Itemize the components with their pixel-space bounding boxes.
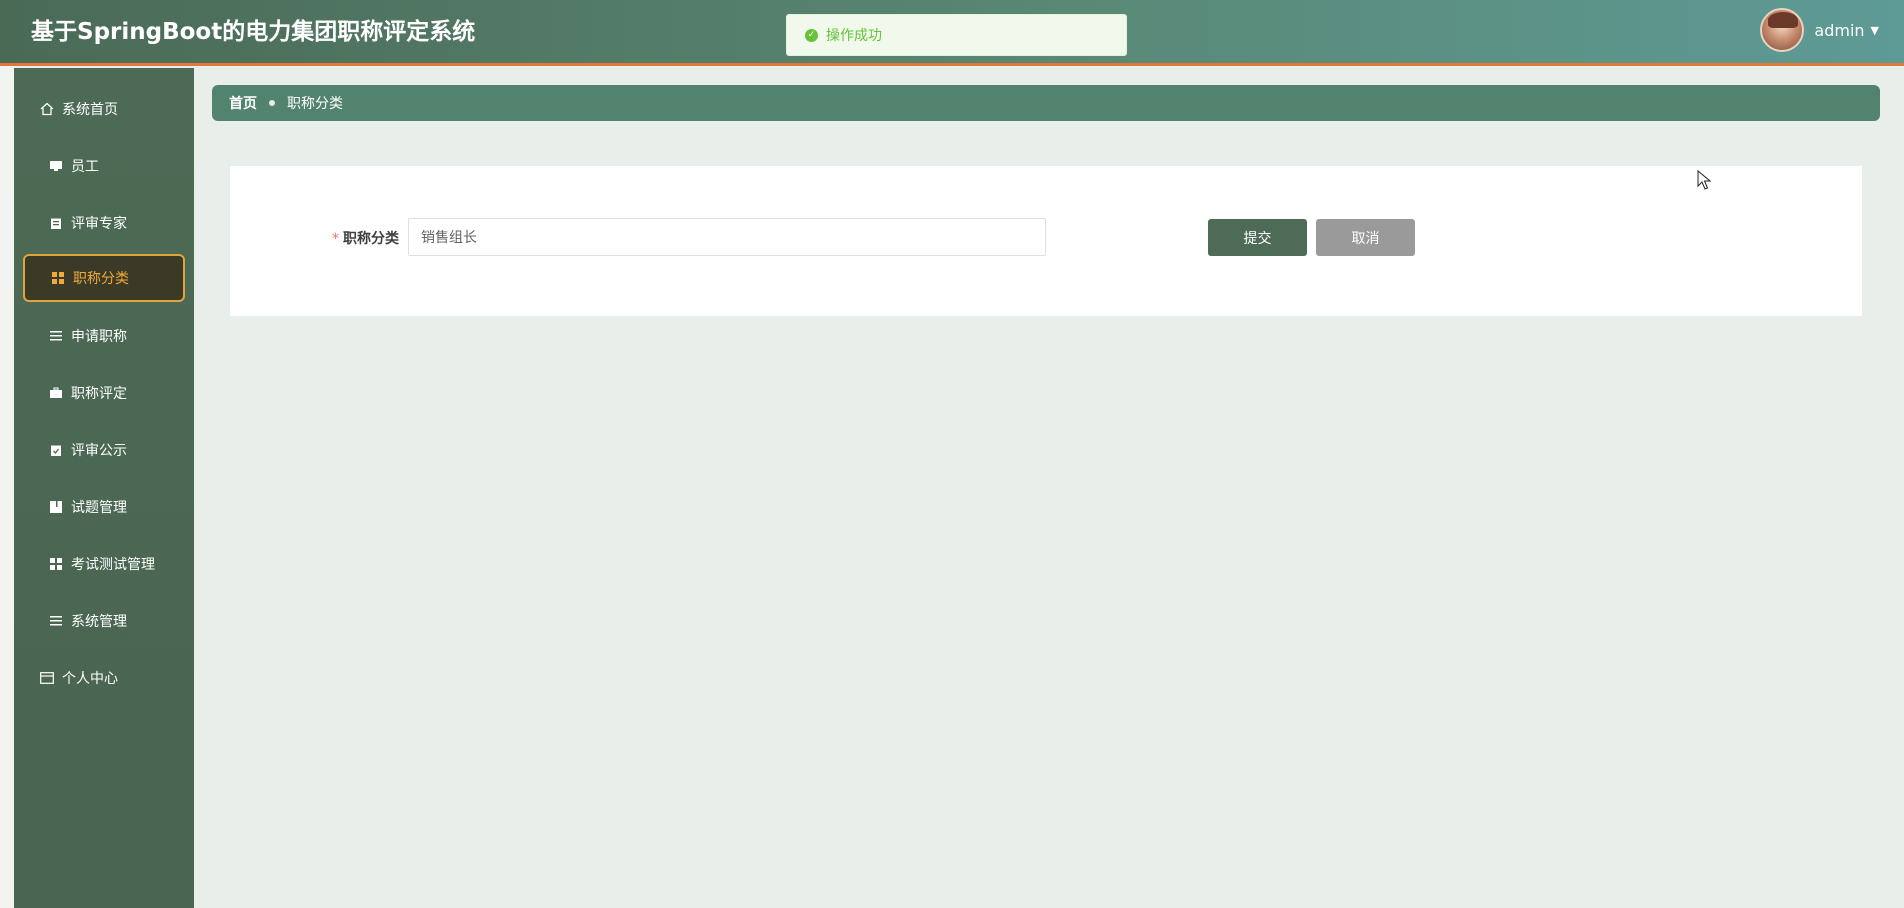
sidebar: 系统首页 员工 评审专家 职称分类 申请职称 职称评定 评审公示 试题管理 考试…: [14, 68, 194, 908]
sidebar-item-label: 员工: [71, 159, 99, 175]
sidebar-item-label: 考试测试管理: [71, 557, 155, 573]
home-icon: [40, 102, 54, 116]
sidebar-item-personal-center[interactable]: 个人中心: [23, 654, 185, 702]
mouse-cursor-icon: [1697, 170, 1711, 190]
sidebar-item-label: 个人中心: [62, 671, 118, 687]
briefcase-icon: [49, 386, 63, 400]
sidebar-item-exam-management[interactable]: 考试测试管理: [23, 540, 185, 588]
username[interactable]: admin: [1814, 21, 1864, 40]
breadcrumb-separator: [269, 100, 275, 106]
sidebar-item-label: 评审专家: [71, 216, 127, 232]
breadcrumb: 首页 职称分类: [212, 85, 1880, 121]
cancel-button[interactable]: 取消: [1316, 219, 1415, 256]
breadcrumb-current: 职称分类: [287, 96, 343, 112]
book-icon: [49, 500, 63, 514]
sidebar-item-label: 申请职称: [71, 329, 127, 345]
app-title: 基于SpringBoot的电力集团职称评定系统: [31, 19, 476, 45]
sidebar-item-label: 系统首页: [62, 102, 118, 118]
sidebar-item-review-publicity[interactable]: 评审公示: [23, 426, 185, 474]
sidebar-item-experts[interactable]: 评审专家: [23, 199, 185, 247]
sidebar-item-title-category[interactable]: 职称分类: [23, 254, 185, 302]
clipboard-icon: [49, 216, 63, 230]
sidebar-item-label: 职称评定: [71, 386, 127, 402]
sidebar-item-apply-title[interactable]: 申请职称: [23, 312, 185, 360]
clipboard-check-icon: [49, 443, 63, 457]
success-toast: ✓ 操作成功: [786, 14, 1127, 56]
avatar[interactable]: [1760, 8, 1805, 52]
user-menu[interactable]: admin ▼: [1760, 8, 1879, 52]
sidebar-item-label: 评审公示: [71, 443, 127, 459]
required-mark: *: [332, 231, 339, 247]
list-icon: [49, 329, 63, 343]
left-edge: [0, 66, 14, 908]
caret-down-icon[interactable]: ▼: [1871, 24, 1879, 37]
sidebar-item-employee[interactable]: 员工: [23, 142, 185, 190]
form-card: *职称分类 提交 取消: [230, 166, 1862, 316]
card-icon: [40, 671, 54, 685]
sidebar-item-system-management[interactable]: 系统管理: [23, 597, 185, 645]
submit-button[interactable]: 提交: [1208, 219, 1307, 256]
sidebar-item-label: 试题管理: [71, 500, 127, 516]
title-category-input[interactable]: [408, 218, 1046, 256]
sidebar-item-label: 系统管理: [71, 614, 127, 630]
breadcrumb-home[interactable]: 首页: [229, 93, 257, 113]
sidebar-item-home[interactable]: 系统首页: [23, 85, 185, 133]
field-label-text: 职称分类: [343, 231, 399, 247]
toast-message: 操作成功: [826, 28, 882, 44]
list-icon: [49, 614, 63, 628]
sidebar-item-title-evaluation[interactable]: 职称评定: [23, 369, 185, 417]
grid-icon: [51, 271, 65, 285]
grid-icon: [49, 557, 63, 571]
monitor-icon: [49, 159, 63, 173]
check-circle-icon: ✓: [805, 28, 818, 42]
sidebar-item-label: 职称分类: [73, 271, 129, 287]
title-category-label: * 职称分类: [332, 228, 399, 248]
sidebar-item-question-management[interactable]: 试题管理: [23, 483, 185, 531]
